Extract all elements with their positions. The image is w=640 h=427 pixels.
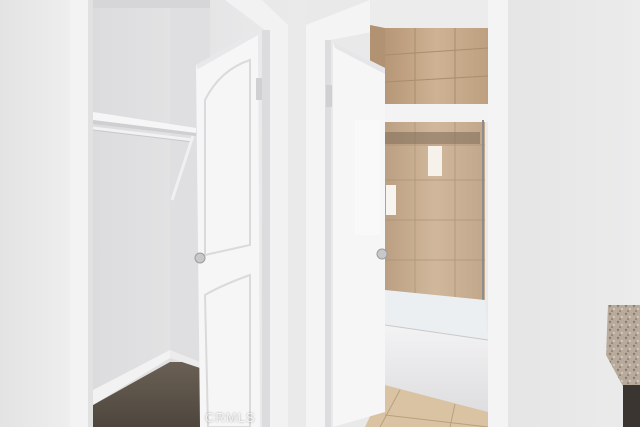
middle-wall [288, 0, 306, 427]
bathroom-door[interactable] [326, 42, 388, 427]
hinge-icon [256, 78, 262, 100]
closet-door[interactable] [194, 30, 262, 427]
closet-door-knob [194, 252, 206, 264]
accent-tile-strip [385, 132, 480, 144]
shower-rail [385, 104, 488, 122]
hallway-photo: CRMLS [0, 0, 640, 427]
left-wall [0, 0, 70, 427]
scene-drawing [0, 0, 640, 427]
bath-frame-right [488, 0, 508, 427]
bathroom-door-knob [376, 248, 388, 260]
watermark: CRMLS [205, 410, 256, 425]
window-reflection [428, 146, 442, 176]
upper-wall-tiles [385, 28, 488, 110]
hinge-icon [326, 85, 332, 107]
door-panel [355, 120, 380, 235]
